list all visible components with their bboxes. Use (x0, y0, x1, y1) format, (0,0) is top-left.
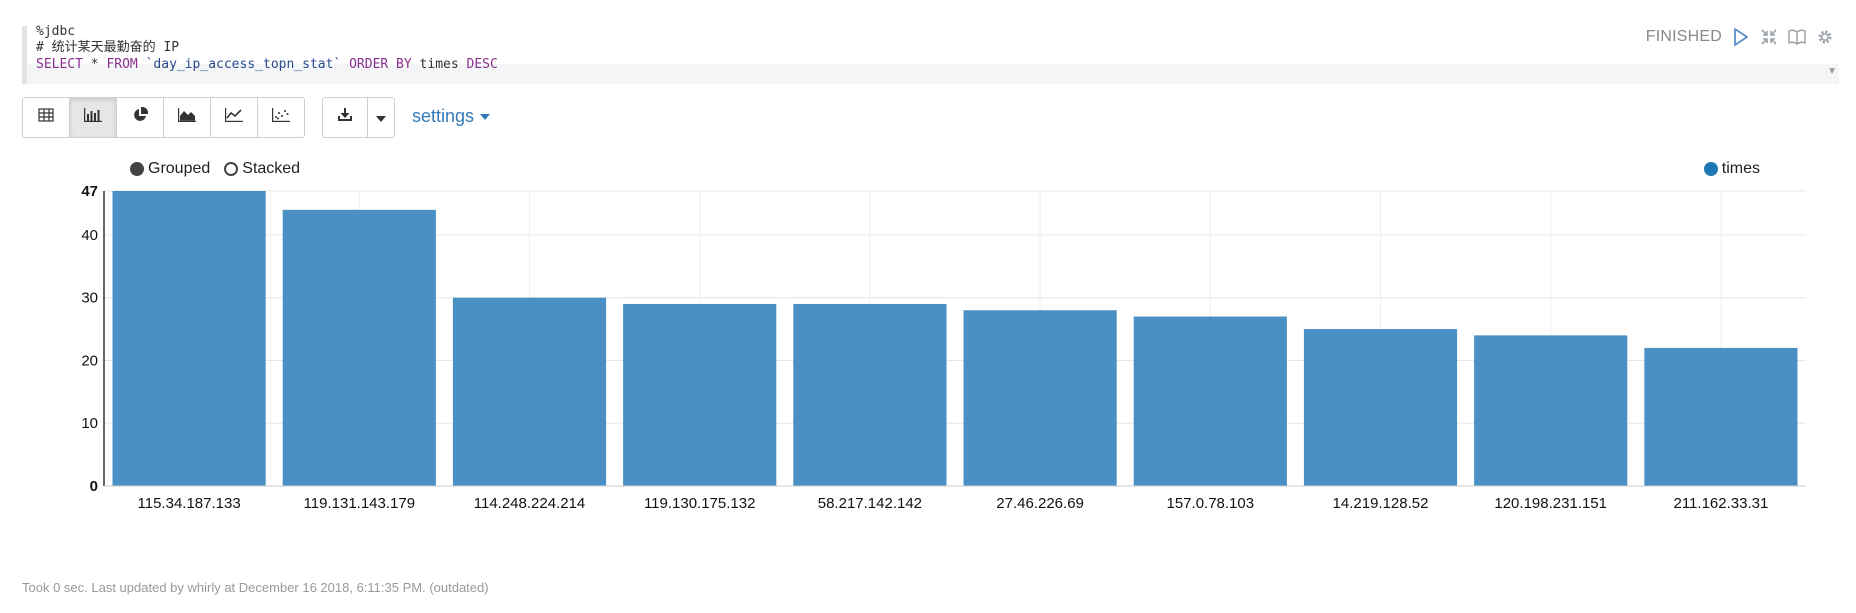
bar-chart: 0 10 20 30 40 47 115.34.187.133 119.131.143.179… (81, 183, 1806, 512)
bar (112, 191, 266, 486)
x-tick-label: 120.198.231.151 (1494, 495, 1607, 512)
x-tick-label: 27.46.226.69 (996, 495, 1084, 512)
bar (452, 297, 607, 486)
bar (1133, 316, 1287, 486)
x-tick-label: 211.162.33.31 (1673, 495, 1768, 512)
bar (1303, 329, 1458, 486)
y-tick-label: 30 (81, 290, 98, 307)
bar (1644, 347, 1798, 486)
bar (793, 303, 947, 486)
x-tick-label: 114.248.224.214 (474, 495, 586, 512)
y-tick-label: 20 (81, 352, 98, 369)
x-tick-label: 119.130.175.132 (644, 495, 756, 512)
x-tick-label: 14.219.128.52 (1333, 495, 1429, 512)
bar (282, 209, 436, 487)
paragraph-footer: Took 0 sec. Last updated by whirly at De… (22, 580, 489, 595)
x-tick-label: 58.217.142.142 (818, 495, 922, 512)
y-tick-label: 0 (90, 478, 98, 495)
y-tick-label: 47 (81, 183, 98, 200)
y-tick-label: 10 (81, 415, 98, 432)
bar (963, 310, 1117, 486)
x-tick-label: 115.34.187.133 (138, 495, 241, 512)
bar (1474, 335, 1628, 486)
y-tick-label: 40 (81, 227, 98, 244)
x-tick-label: 157.0.78.103 (1167, 495, 1255, 512)
bar (623, 303, 777, 486)
x-tick-label: 119.131.143.179 (304, 495, 416, 512)
